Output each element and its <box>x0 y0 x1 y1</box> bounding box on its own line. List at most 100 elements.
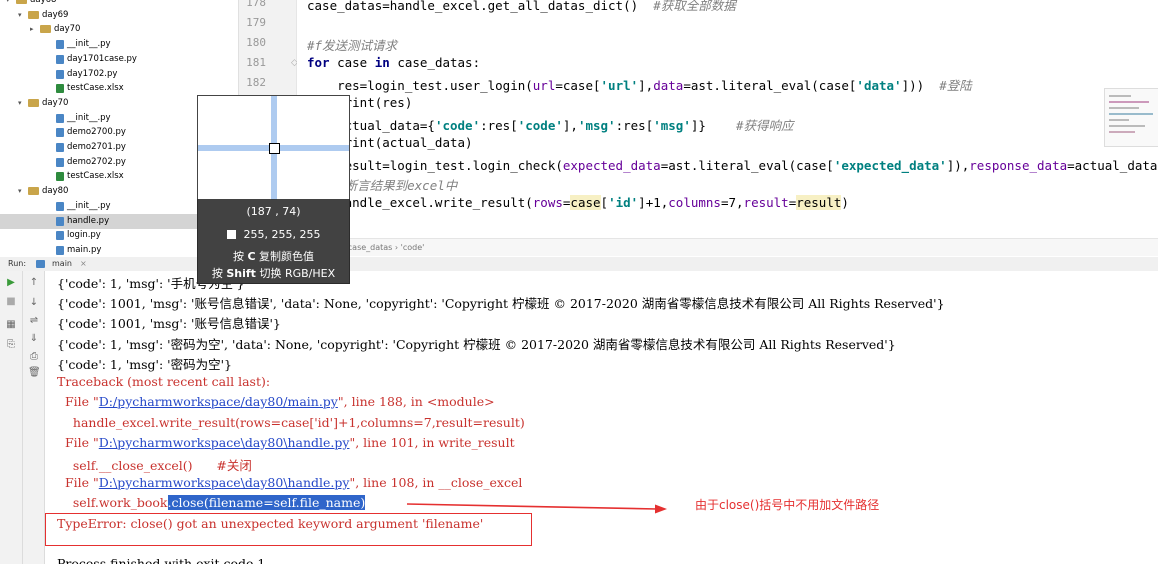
traceback-code-line: self.work_book.close(filename=self.file_… <box>57 495 366 510</box>
python-file-icon <box>56 143 64 152</box>
python-file-icon <box>56 231 64 241</box>
line-number: 182 <box>246 76 266 89</box>
chevron-down-icon[interactable]: ▾ <box>18 8 26 23</box>
editor-breadcrumb[interactable]: case in case_datas › 'code' <box>297 238 1158 256</box>
rgb-value: 255, 255, 255 <box>243 228 321 241</box>
tree-item-label: testCase.xlsx <box>67 83 124 94</box>
text: 按 <box>211 267 227 280</box>
soft-wrap-icon[interactable]: ⇌ <box>28 315 40 327</box>
picker-coordinates: (187 , 74) <box>246 205 301 218</box>
tree-item-label: __init__.py <box>67 39 111 50</box>
run-tab-main[interactable]: main <box>52 257 72 271</box>
traceback-code-line: handle_excel.write_result(rows=case['id'… <box>57 415 525 430</box>
python-file-icon <box>56 54 64 64</box>
run-label: Run: <box>8 259 27 268</box>
error-highlight-box <box>45 513 532 546</box>
chevron-down-icon[interactable]: ▾ <box>18 96 26 111</box>
color-swatch-icon <box>226 230 236 239</box>
console-line: {'code': 1001, 'msg': '账号信息错误'} <box>57 316 281 331</box>
key: Shift <box>226 267 256 280</box>
picker-hint-copy: 按 C 复制颜色值 <box>197 248 350 264</box>
scroll-down-icon[interactable]: ↓ <box>28 297 40 309</box>
code-line-180: #f发送测试请求 <box>307 38 398 53</box>
tree-file[interactable]: day1701case.py <box>0 52 238 67</box>
file-link[interactable]: D:\pycharmworkspace\day80\handle.py <box>99 435 350 450</box>
tree-item-label: day1702.py <box>67 68 118 79</box>
console-line: {'code': 1001, 'msg': '账号信息错误', 'data': … <box>57 296 945 311</box>
traceback-file-line: File "D:\pycharmworkspace\day80\handle.p… <box>57 435 515 450</box>
tree-file[interactable]: day1702.py <box>0 67 238 82</box>
text: 复制颜色值 <box>255 250 315 263</box>
traceback-header: Traceback (most recent call last): <box>57 374 271 389</box>
text: self.work_book <box>57 495 168 510</box>
key: C <box>247 250 256 263</box>
annotation-note: 由于close()括号中不用加文件路径 <box>695 498 880 512</box>
folder-icon <box>16 0 27 4</box>
excel-file-icon <box>56 84 64 94</box>
code-editor[interactable]: case_datas=handle_excel.get_all_datas_di… <box>297 0 1158 238</box>
scroll-to-end-icon[interactable]: ⇓ <box>28 333 40 345</box>
code-line-186: result=login_test.login_check(expected_d… <box>307 158 1158 173</box>
python-file-icon <box>56 201 64 211</box>
excel-file-icon <box>56 172 64 182</box>
code-line-182: res=login_test.user_login(url=case['url'… <box>307 78 972 93</box>
text: ", line 101, in write_result <box>349 435 515 450</box>
tree-item-label: demo2702.py <box>67 156 126 167</box>
stop-icon[interactable]: ■ <box>5 296 17 308</box>
tree-item-label: testCase.xlsx <box>67 171 124 182</box>
picker-hint-toggle: 按 Shift 切换 RGB/HEX <box>197 265 350 281</box>
tree-item-label: day70 <box>42 97 69 108</box>
tree-item-label: main.py <box>67 244 102 255</box>
python-file-icon <box>56 216 64 226</box>
console-line: {'code': 1, 'msg': '密码为空'} <box>57 357 232 372</box>
text: 切换 RGB/HEX <box>255 267 336 280</box>
line-number: 178 <box>246 0 266 9</box>
tree-folder[interactable]: ▾ day69 <box>0 8 238 23</box>
chevron-right-icon[interactable]: ▸ <box>30 22 38 37</box>
tree-item-label: day80 <box>42 186 69 197</box>
scroll-up-icon[interactable]: ↑ <box>28 277 40 289</box>
python-file-icon <box>56 113 64 123</box>
tree-item-label: day70 <box>54 24 81 35</box>
python-file-icon <box>56 157 64 167</box>
print-icon[interactable]: ⎙ <box>28 351 40 363</box>
text: File " <box>57 475 99 490</box>
annotation-arrow <box>406 503 667 514</box>
tree-item-label: __init__.py <box>67 200 111 211</box>
layout-icon[interactable]: ▦ <box>5 319 17 331</box>
traceback-code-line: self.__close_excel() #关闭 <box>57 458 252 473</box>
tree-item-label: day1701case.py <box>67 53 137 64</box>
tree-item-label: login.py <box>67 230 101 241</box>
tree-item-label: __init__.py <box>67 112 111 123</box>
text: ", line 108, in __close_excel <box>349 475 523 490</box>
rerun-icon[interactable]: ▶ <box>5 277 17 289</box>
tree-item-label: day69 <box>42 9 69 20</box>
run-toolbar: ▶ ■ ▦ ⎘ <box>0 271 23 564</box>
trash-icon[interactable]: 🗑 <box>28 367 41 379</box>
exit-status: Process finished with exit code 1 <box>57 556 266 564</box>
console-line: {'code': 1, 'msg': '密码为空', 'data': None,… <box>57 337 896 352</box>
tree-folder[interactable]: ▸ day70 <box>0 22 238 37</box>
tree-item-label: demo2701.py <box>67 142 126 152</box>
code-line-188: handle_excel.write_result(rows=case['id'… <box>307 195 849 210</box>
code-minimap[interactable] <box>1104 88 1158 147</box>
chevron-down-icon[interactable]: ▾ <box>18 184 26 199</box>
close-tab-icon[interactable]: × <box>80 257 87 271</box>
file-link[interactable]: D:\pycharmworkspace\day80\handle.py <box>99 475 350 490</box>
python-file-icon <box>56 245 64 255</box>
picker-rgb: 255, 255, 255 <box>197 228 350 241</box>
folder-icon <box>40 25 51 34</box>
code-line-181: for case in case_datas: <box>307 55 481 70</box>
tree-item-label: demo2700.py <box>67 127 126 138</box>
color-picker-info: (187 , 74) 255, 255, 255 按 C 复制颜色值 按 Shi… <box>197 199 350 284</box>
file-link[interactable]: D:/pycharmworkspace/day80/main.py <box>99 394 338 409</box>
traceback-file-line: File "D:/pycharmworkspace/day80/main.py"… <box>57 394 495 409</box>
code-line-184: actual_data={'code':res['code'],'msg':re… <box>307 118 794 133</box>
tree-item-label: handle.py <box>67 215 110 226</box>
tree-file[interactable]: testCase.xlsx <box>0 81 238 96</box>
restore-layout-icon[interactable]: ⎘ <box>5 339 17 351</box>
line-number: 179 <box>246 16 266 29</box>
selected-text[interactable]: .close(filename=self.file_name) <box>167 495 366 510</box>
line-number: 181 <box>246 56 266 69</box>
tree-file[interactable]: __init__.py <box>0 37 238 52</box>
